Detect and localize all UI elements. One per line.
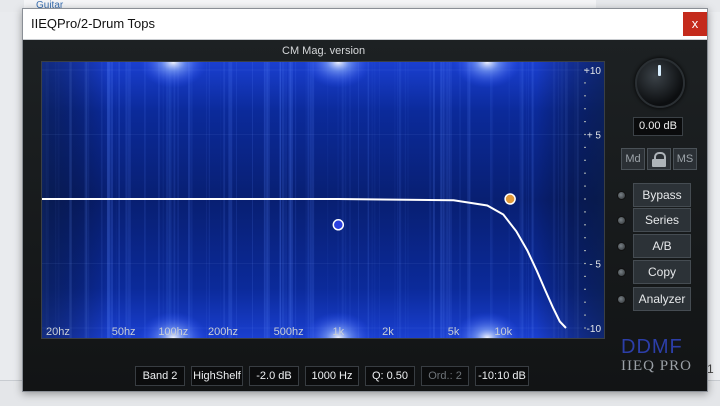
band-gain-field[interactable]: -2.0 dB	[249, 366, 299, 386]
y-tick-label: + 5	[587, 131, 602, 142]
x-tick-label: 20hz	[46, 326, 70, 338]
output-gain-knob[interactable]	[635, 58, 685, 108]
y-tick-mark	[584, 250, 586, 252]
eq-graph[interactable]: 20hz 50hz 100hz 200hz 500hz 1k 2k 5k 10k +10 + 5 - …	[41, 61, 605, 339]
band-2-node[interactable]	[504, 193, 516, 205]
y-tick-mark	[584, 262, 586, 265]
ms-button[interactable]: MS	[673, 148, 697, 170]
bypass-button[interactable]: Bypass	[633, 183, 691, 207]
band-selector[interactable]: Band 2	[135, 366, 185, 386]
x-tick-label: 500hz	[274, 326, 304, 338]
band-q-field[interactable]: Q: 0.50	[365, 366, 415, 386]
close-icon: x	[691, 16, 699, 31]
copy-button[interactable]: Copy	[633, 260, 691, 284]
display-range-selector[interactable]: -10:10 dB	[475, 366, 529, 386]
y-tick-mark	[584, 237, 586, 239]
y-tick-label: +10	[584, 66, 601, 77]
host-left-panel	[0, 12, 23, 382]
y-tick-label: -10	[587, 324, 602, 335]
series-led	[617, 216, 626, 225]
y-tick-mark	[584, 275, 586, 277]
ab-led	[617, 242, 626, 251]
host-track-number: 1	[707, 362, 714, 376]
x-tick-label: 10k	[494, 326, 512, 338]
y-tick-mark	[584, 121, 586, 123]
filter-order-field[interactable]: Ord.: 2	[421, 366, 469, 386]
y-tick-mark	[584, 108, 586, 110]
copy-led	[617, 268, 626, 277]
y-tick-mark	[584, 211, 586, 213]
y-tick-mark	[584, 146, 586, 148]
plugin-body: CM Mag. version 20hz 50hz 100hz 200hz 50…	[23, 40, 707, 391]
y-tick-mark	[584, 95, 586, 97]
host-right-panel	[706, 12, 720, 392]
bypass-led	[617, 191, 626, 200]
y-tick-mark	[584, 159, 586, 161]
y-tick-mark	[584, 82, 586, 84]
x-tick-label: 100hz	[158, 326, 188, 338]
y-tick-mark	[584, 133, 586, 136]
plugin-window: IIEQPro/2-Drum Tops x CM Mag. version 20…	[22, 8, 708, 392]
y-tick-mark	[584, 314, 586, 316]
window-titlebar[interactable]: IIEQPro/2-Drum Tops x	[23, 9, 707, 40]
series-button[interactable]: Series	[633, 208, 691, 232]
brand-logo: DDMF	[621, 336, 683, 358]
product-name: IIEQ PRO	[621, 358, 692, 374]
x-tick-label: 5k	[448, 326, 460, 338]
y-tick-mark	[584, 198, 586, 200]
x-tick-label: 1k	[332, 326, 344, 338]
eq-graph-svg[interactable]: 20hz 50hz 100hz 200hz 500hz 1k 2k 5k 10k +10 + 5 - …	[42, 62, 604, 338]
x-tick-label: 200hz	[208, 326, 238, 338]
y-tick-label: - 5	[589, 260, 601, 271]
band-frequency-field[interactable]: 1000 Hz	[305, 366, 359, 386]
x-tick-label: 2k	[382, 326, 394, 338]
y-tick-mark	[584, 288, 586, 290]
ab-button[interactable]: A/B	[633, 234, 691, 258]
band-1-node[interactable]	[332, 219, 345, 231]
y-tick-mark	[584, 185, 586, 187]
lock-button[interactable]	[647, 148, 671, 170]
filter-type-selector[interactable]: HighShelf	[191, 366, 243, 386]
md-button[interactable]: Md	[621, 148, 645, 170]
x-tick-label: 50hz	[112, 326, 136, 338]
y-tick-mark	[584, 224, 586, 226]
version-label: CM Mag. version	[282, 45, 366, 57]
knob-indicator	[658, 65, 661, 76]
y-tick-mark	[584, 301, 586, 303]
analyzer-led	[617, 295, 626, 304]
analyzer-button[interactable]: Analyzer	[633, 287, 691, 311]
close-button[interactable]: x	[683, 12, 707, 36]
window-title: IIEQPro/2-Drum Tops	[31, 16, 156, 31]
y-tick-mark	[584, 172, 586, 174]
gain-readout: 0.00 dB	[633, 117, 683, 136]
